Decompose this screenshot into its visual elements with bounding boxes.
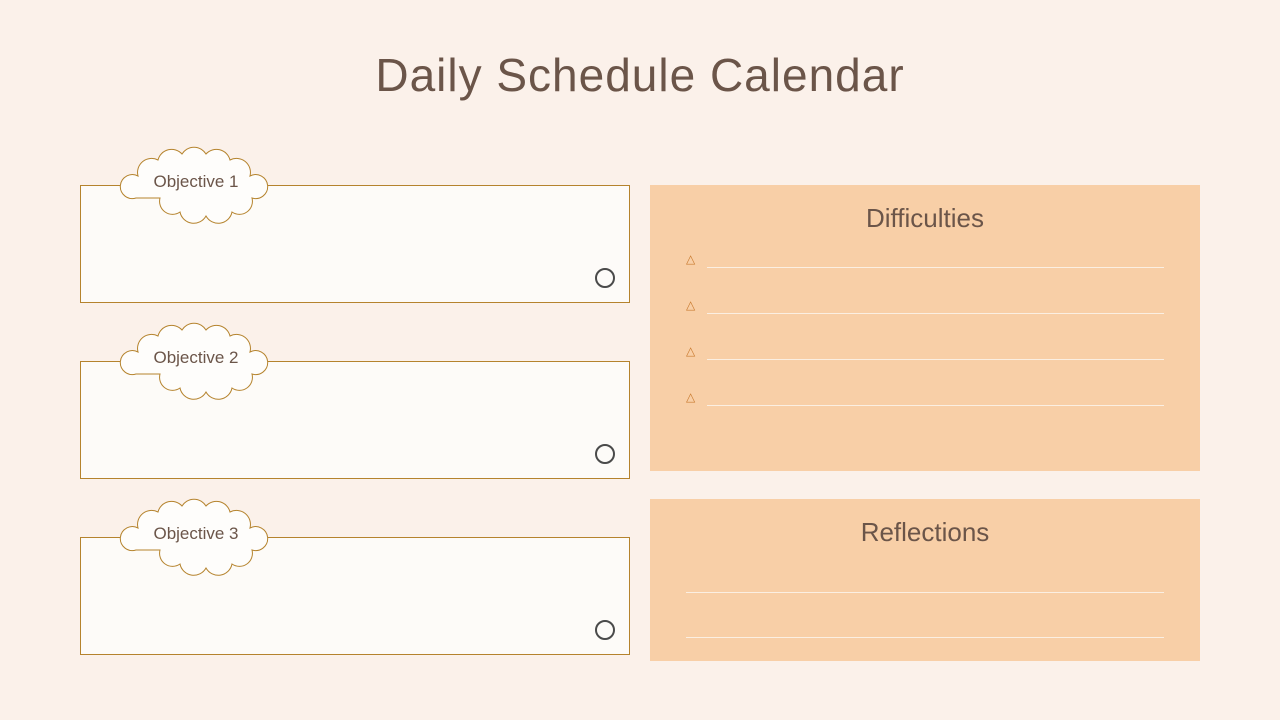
write-line xyxy=(707,267,1164,268)
write-line xyxy=(707,313,1164,314)
objective-box-2[interactable]: Objective 2 xyxy=(80,361,630,479)
objective-label: Objective 2 xyxy=(111,314,281,406)
objectives-column: Objective 1 Objective 2 Objective 3 xyxy=(80,140,630,700)
triangle-icon: △ xyxy=(686,252,695,266)
write-line xyxy=(707,405,1164,406)
content-area: Objective 1 Objective 2 Objective 3 xyxy=(80,140,1200,700)
triangle-icon: △ xyxy=(686,298,695,312)
objective-box-3[interactable]: Objective 3 xyxy=(80,537,630,655)
objective-box-1[interactable]: Objective 1 xyxy=(80,185,630,303)
write-line[interactable] xyxy=(686,637,1164,638)
difficulties-title: Difficulties xyxy=(686,203,1164,234)
triangle-icon: △ xyxy=(686,390,695,404)
difficulty-row[interactable]: △ xyxy=(686,344,1164,360)
objective-label: Objective 3 xyxy=(111,490,281,582)
check-circle[interactable] xyxy=(595,620,615,640)
write-line[interactable] xyxy=(686,592,1164,593)
triangle-icon: △ xyxy=(686,344,695,358)
difficulties-panel: Difficulties △ △ △ △ xyxy=(650,185,1200,471)
cloud-label-3: Objective 3 xyxy=(111,490,281,582)
check-circle[interactable] xyxy=(595,444,615,464)
difficulty-row[interactable]: △ xyxy=(686,252,1164,268)
objective-label: Objective 1 xyxy=(111,138,281,230)
page-title: Daily Schedule Calendar xyxy=(0,0,1280,102)
check-circle[interactable] xyxy=(595,268,615,288)
right-column: Difficulties △ △ △ △ Reflections xyxy=(650,140,1200,700)
reflections-panel: Reflections xyxy=(650,499,1200,661)
reflections-title: Reflections xyxy=(686,517,1164,548)
cloud-label-1: Objective 1 xyxy=(111,138,281,230)
write-line xyxy=(707,359,1164,360)
difficulty-row[interactable]: △ xyxy=(686,298,1164,314)
cloud-label-2: Objective 2 xyxy=(111,314,281,406)
difficulty-row[interactable]: △ xyxy=(686,390,1164,406)
